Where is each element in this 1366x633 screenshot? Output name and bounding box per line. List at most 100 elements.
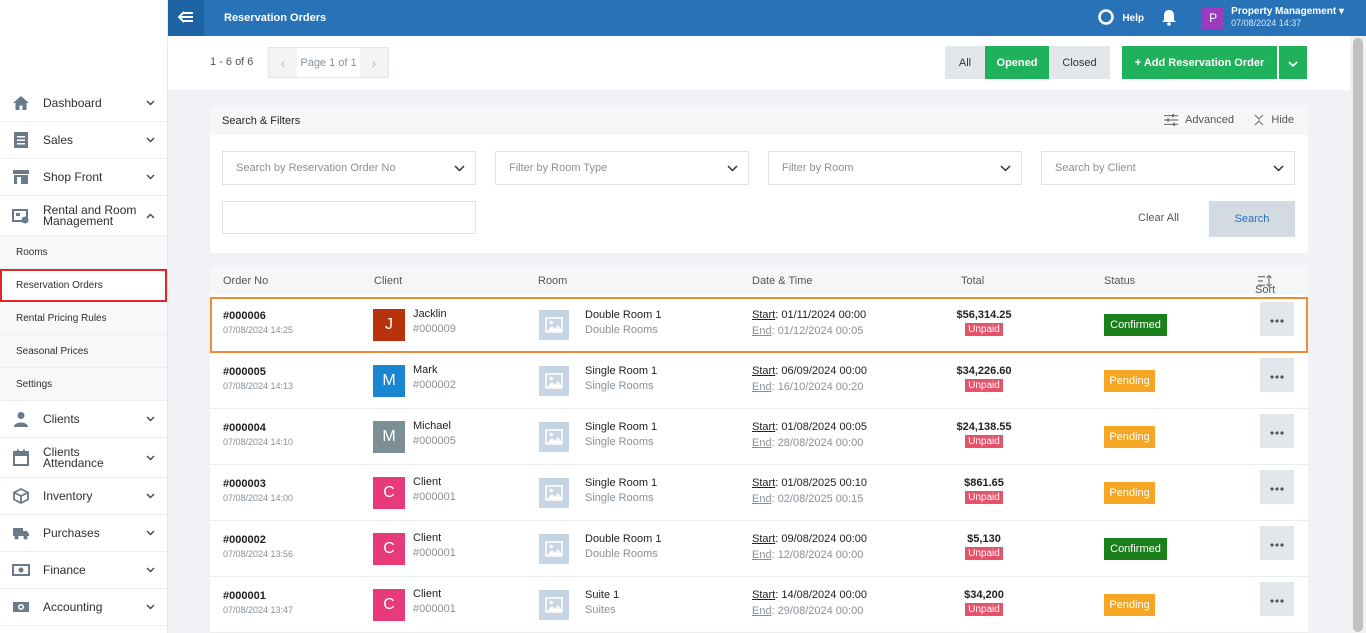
table-row[interactable]: #000006 07/08/2024 14:25 J Jacklin #000009 Do… [210, 297, 1308, 353]
room-name[interactable]: Double Room 1 [585, 309, 661, 321]
sidebar-item-shop-front[interactable]: Shop Front [0, 159, 167, 196]
prev-page-button[interactable]: ‹ [269, 48, 297, 77]
order-no-search-select[interactable]: Search by Reservation Order No [222, 151, 476, 185]
scrollbar[interactable] [1350, 36, 1366, 633]
sidebar-item-clients-attendance[interactable]: Clients Attendance [0, 438, 167, 478]
row-actions-button[interactable] [1260, 582, 1294, 616]
sidebar-item-inventory[interactable]: Inventory [0, 478, 167, 515]
room-name[interactable]: Suite 1 [585, 589, 619, 601]
header-total[interactable]: Total [961, 275, 984, 287]
lifebuoy-icon [1098, 9, 1115, 28]
order-date: 07/08/2024 14:13 [223, 381, 294, 391]
order-date: 07/08/2024 13:56 [223, 549, 294, 559]
collapse-icon [1254, 114, 1264, 126]
home-icon [10, 92, 32, 114]
sidebar-item-dashboard[interactable]: Dashboard [0, 85, 167, 122]
total-amount: $56,314.25 [956, 309, 1012, 321]
end-datetime: : 28/08/2024 00:00 [771, 437, 864, 449]
order-cell: #000002 07/08/2024 13:56 [223, 534, 293, 559]
search-button[interactable]: Search [1209, 201, 1295, 237]
row-actions-button[interactable] [1260, 302, 1294, 336]
header-date-time[interactable]: Date & Time [752, 275, 813, 287]
calendar-icon [10, 447, 32, 469]
row-actions-button[interactable] [1260, 414, 1294, 448]
filter-closed-button[interactable]: Closed [1049, 46, 1110, 79]
sidebar: Dashboard Sales Shop Front Rental and Ro… [0, 0, 168, 633]
order-number[interactable]: #000006 [223, 310, 293, 322]
room-image-icon [539, 366, 569, 396]
row-actions-button[interactable] [1260, 358, 1294, 392]
client-avatar: C [373, 477, 405, 509]
filter-opened-button[interactable]: Opened [985, 46, 1049, 79]
sidebar-item-purchases[interactable]: Purchases [0, 515, 167, 552]
end-label: End [752, 605, 772, 617]
table-row[interactable]: #000001 07/08/2024 13:47 C Client #000001 Sui… [210, 577, 1308, 633]
date-range-input[interactable] [222, 201, 476, 234]
sidebar-item-clients[interactable]: Clients [0, 401, 167, 438]
table-row[interactable]: #000003 07/08/2024 14:00 C Client #000001 Sin… [210, 465, 1308, 521]
row-actions-button[interactable] [1260, 470, 1294, 504]
scrollbar-thumb[interactable] [1353, 38, 1363, 632]
collapse-menu-button[interactable] [168, 0, 204, 36]
add-reservation-order-button[interactable]: + Add Reservation Order [1122, 46, 1277, 79]
order-cell: #000003 07/08/2024 14:00 [223, 478, 293, 503]
table-header: Order No Client Room Date & Time Total S… [210, 266, 1308, 296]
clear-all-button[interactable]: Clear All [1138, 212, 1179, 224]
sidebar-item-sales[interactable]: Sales [0, 122, 167, 159]
room-name[interactable]: Single Room 1 [585, 477, 657, 489]
toolbar: 1 - 6 of 6 ‹ Page 1 of 1 › All Opened Cl… [168, 36, 1350, 90]
start-datetime: : 06/09/2024 00:00 [775, 365, 867, 377]
order-number[interactable]: #000002 [223, 534, 293, 546]
chevron-down-icon [454, 163, 465, 175]
start-label: Start [752, 365, 776, 377]
store-icon [10, 166, 32, 188]
advanced-filters-button[interactable]: Advanced [1164, 114, 1234, 126]
order-number[interactable]: #000003 [223, 478, 293, 490]
pagination-count: 1 - 6 of 6 [210, 56, 254, 68]
client-name[interactable]: Jacklin [413, 308, 456, 320]
client-name[interactable]: Mark [413, 364, 456, 376]
user-menu[interactable]: P Property Management ▾ 07/08/2024 14:37 [1202, 6, 1344, 29]
sidebar-subitem-settings[interactable]: Settings [0, 368, 167, 401]
filter-all-button[interactable]: All [945, 46, 985, 79]
client-name[interactable]: Client [413, 476, 456, 488]
header-client[interactable]: Client [374, 275, 402, 287]
sidebar-subitem-seasonal-prices[interactable]: Seasonal Prices [0, 335, 167, 368]
sidebar-item-rental-and-room-management[interactable]: Rental and Room Management [0, 196, 167, 236]
header-order-no[interactable]: Order No [223, 275, 268, 287]
sidebar-item-accounting[interactable]: Accounting [0, 589, 167, 626]
bell-icon[interactable] [1161, 9, 1177, 29]
sort-button[interactable]: Sort [1255, 275, 1275, 296]
add-options-dropdown-button[interactable] [1279, 46, 1307, 79]
order-number[interactable]: #000001 [223, 590, 293, 602]
client-name[interactable]: Michael [413, 420, 456, 432]
header-room[interactable]: Room [538, 275, 567, 287]
total-cell: $24,138.55 Unpaid [949, 421, 1019, 448]
row-actions-button[interactable] [1260, 526, 1294, 560]
table-row[interactable]: #000005 07/08/2024 14:13 M Mark #000002 Singl… [210, 353, 1308, 409]
room-filter-select[interactable]: Filter by Room [768, 151, 1022, 185]
table-row[interactable]: #000004 07/08/2024 14:10 M Michael #000005 Si… [210, 409, 1308, 465]
sidebar-subitem-reservation-orders[interactable]: Reservation Orders [0, 269, 167, 302]
start-label: Start [752, 421, 776, 433]
sidebar-item-finance[interactable]: Finance [0, 552, 167, 589]
sidebar-subitem-rental-pricing-rules[interactable]: Rental Pricing Rules [0, 302, 167, 335]
order-number[interactable]: #000004 [223, 422, 293, 434]
order-number[interactable]: #000005 [223, 366, 293, 378]
room-name[interactable]: Double Room 1 [585, 533, 661, 545]
sidebar-subitem-rooms[interactable]: Rooms [0, 236, 167, 269]
client-name[interactable]: Client [413, 532, 456, 544]
total-amount: $34,226.60 [956, 365, 1012, 377]
chevron-up-icon [145, 211, 155, 221]
client-name[interactable]: Client [413, 588, 456, 600]
client-search-select[interactable]: Search by Client [1041, 151, 1295, 185]
room-name[interactable]: Single Room 1 [585, 365, 657, 377]
table-row[interactable]: #000002 07/08/2024 13:56 C Client #000001 Dou… [210, 521, 1308, 577]
header-status[interactable]: Status [1104, 275, 1135, 287]
hide-filters-button[interactable]: Hide [1254, 114, 1294, 126]
chevron-right-icon: › [371, 54, 377, 71]
room-name[interactable]: Single Room 1 [585, 421, 657, 433]
next-page-button[interactable]: › [360, 48, 388, 77]
help-button[interactable]: Help [1098, 9, 1144, 28]
room-type-filter-select[interactable]: Filter by Room Type [495, 151, 749, 185]
